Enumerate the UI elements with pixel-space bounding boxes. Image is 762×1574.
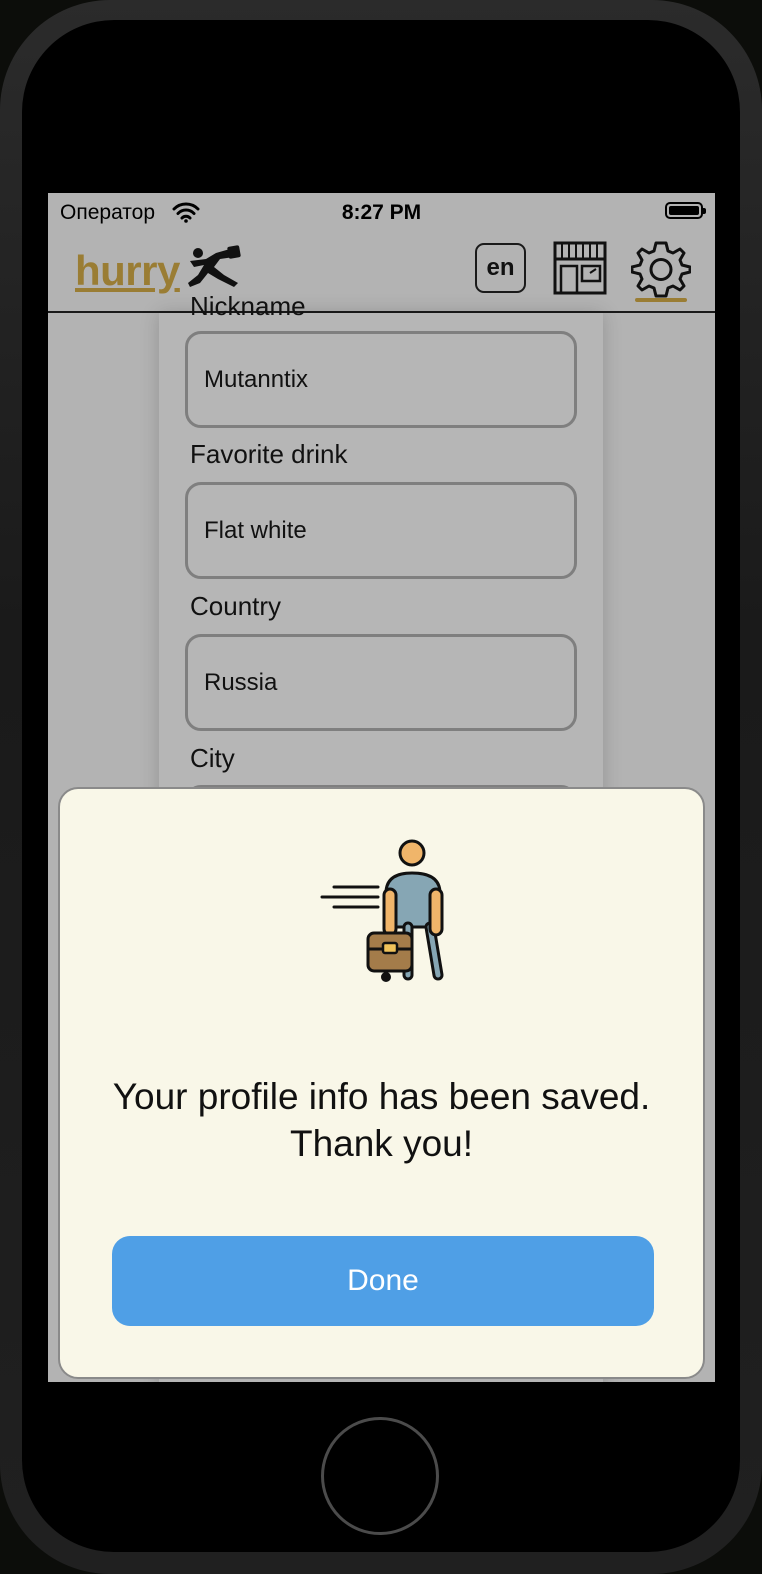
app-screen: Оператор 8:27 PM hurry en Nickname Mutan… bbox=[48, 193, 715, 1382]
saved-confirmation-dialog: Your profile info has been saved. Thank … bbox=[58, 787, 705, 1379]
country-label: Country bbox=[190, 591, 282, 621]
nickname-label: Nickname bbox=[190, 291, 306, 321]
favorite-drink-value: Flat white bbox=[204, 517, 307, 544]
app-logo-text[interactable]: hurry bbox=[75, 247, 180, 295]
shop-icon[interactable] bbox=[552, 239, 608, 297]
clock: 8:27 PM bbox=[341, 201, 422, 224]
saved-message: Your profile info has been saved. Thank … bbox=[60, 1073, 703, 1167]
navigation-bar: hurry en bbox=[48, 233, 715, 313]
nickname-value: Mutanntix bbox=[204, 366, 309, 393]
city-label: City bbox=[190, 743, 235, 773]
hurrying-person-illustration bbox=[320, 839, 444, 982]
saved-message-line-1: Your profile info has been saved. bbox=[112, 1076, 651, 1117]
done-button[interactable]: Done bbox=[112, 1236, 654, 1326]
favorite-drink-label: Favorite drink bbox=[190, 439, 348, 469]
country-field[interactable]: Russia bbox=[185, 634, 577, 731]
gear-icon[interactable] bbox=[631, 239, 691, 299]
battery-icon bbox=[665, 202, 706, 219]
favorite-drink-field[interactable]: Flat white bbox=[185, 482, 577, 579]
home-button[interactable] bbox=[321, 1417, 439, 1535]
language-button[interactable]: en bbox=[475, 243, 526, 293]
status-bar: Оператор 8:27 PM bbox=[48, 193, 715, 233]
active-tab-indicator bbox=[635, 298, 687, 302]
country-value: Russia bbox=[204, 669, 278, 696]
runner-logo-icon bbox=[188, 245, 241, 287]
saved-message-line-2: Thank you! bbox=[289, 1123, 474, 1164]
nickname-field[interactable]: Mutanntix bbox=[185, 331, 577, 428]
